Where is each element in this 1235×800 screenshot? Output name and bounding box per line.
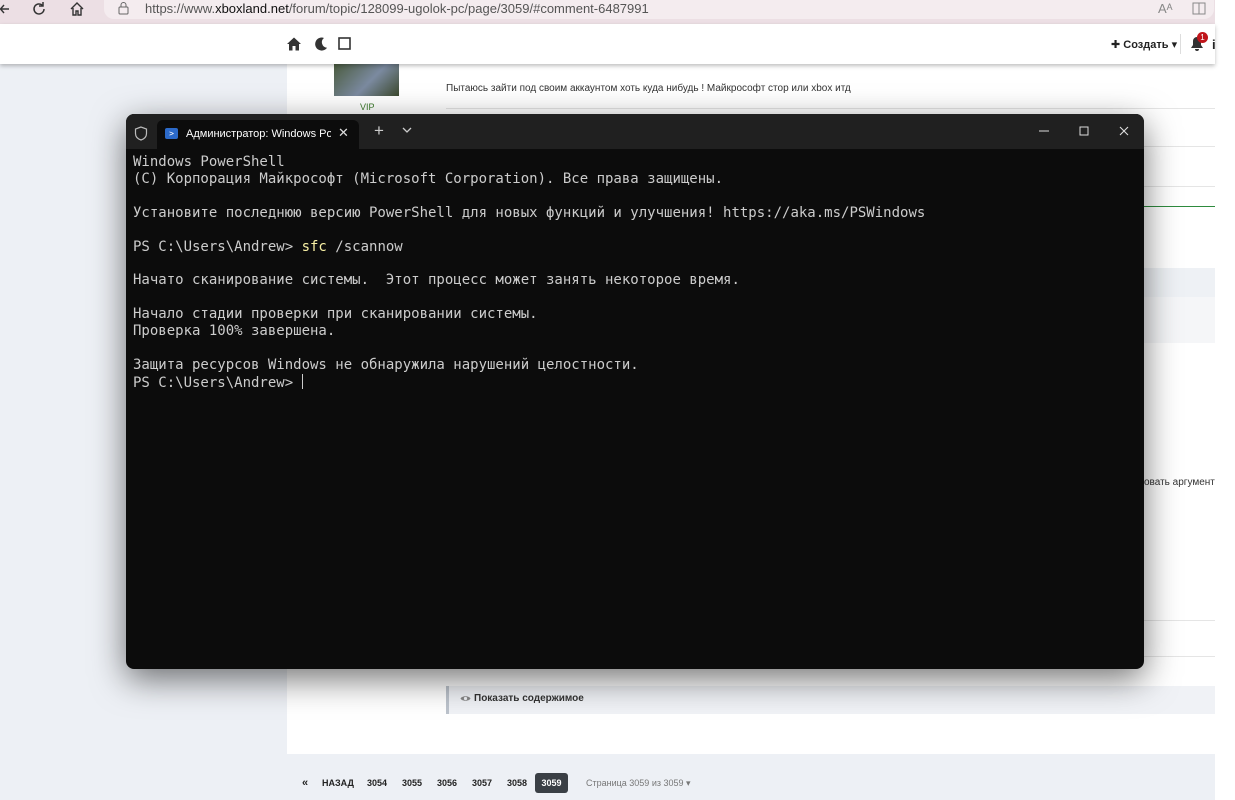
- green-divider: [1144, 206, 1215, 207]
- tab-powershell[interactable]: > Администратор: Windows PowerShell ✕: [157, 120, 359, 149]
- output-line: Проверка 100% завершена.: [133, 323, 336, 340]
- output-line: Защита ресурсов Windows не обнаружила на…: [133, 356, 639, 373]
- output-line: Windows PowerShell: [133, 154, 285, 170]
- quote-block: [1144, 297, 1215, 343]
- read-aloud-icon[interactable]: Aᴬ: [1158, 1, 1173, 16]
- home-icon[interactable]: [69, 1, 85, 17]
- quote-block: [1144, 268, 1215, 297]
- output-line: Начало стадии проверки при сканировании …: [133, 306, 538, 323]
- browser-toolbar: https://www.xboxland.net/forum/topic/128…: [0, 0, 1235, 24]
- command-args: /scannow: [326, 238, 403, 255]
- command-name: sfc: [301, 238, 327, 255]
- prompt: PS C:\Users\Andrew>: [133, 238, 302, 255]
- current-page[interactable]: 3059: [535, 773, 568, 793]
- avatar[interactable]: [334, 64, 399, 96]
- page-link[interactable]: 3054: [362, 773, 392, 793]
- divider: [1144, 186, 1215, 187]
- refresh-icon[interactable]: [31, 1, 47, 17]
- text-cursor: [301, 373, 303, 389]
- prompt: PS C:\Users\Andrew>: [133, 374, 302, 391]
- divider: [1144, 656, 1215, 657]
- page-link[interactable]: 3057: [467, 773, 497, 793]
- divider: [1144, 146, 1215, 147]
- output-line: (C) Корпорация Майкрософт (Microsoft Cor…: [133, 170, 724, 187]
- back-page-button[interactable]: НАЗАД: [320, 773, 356, 793]
- site-header: ✚ Создать ▾ 1 i: [0, 24, 1216, 64]
- header-divider: [1180, 34, 1181, 54]
- close-tab-icon[interactable]: ✕: [338, 125, 349, 141]
- output-line: Установите последнюю версию PowerShell д…: [133, 204, 926, 221]
- lock-icon[interactable]: [118, 2, 129, 15]
- layout-toggle-icon[interactable]: [337, 36, 353, 52]
- post-text: Пытаюсь зайти под своим аккаунтом хоть к…: [446, 83, 851, 94]
- user-menu-edge[interactable]: i: [1212, 37, 1216, 52]
- chevron-down-icon[interactable]: [402, 125, 412, 135]
- powershell-icon: >: [165, 128, 178, 139]
- home-icon[interactable]: [286, 36, 302, 52]
- eye-icon: [460, 696, 471, 701]
- close-button[interactable]: [1114, 121, 1134, 141]
- terminal-window[interactable]: > Администратор: Windows PowerShell ✕ + …: [126, 114, 1144, 669]
- post-text-fragment: овать аргумент: [1144, 477, 1215, 488]
- new-tab-button[interactable]: +: [374, 122, 384, 140]
- tab-title: Администратор: Windows PowerShell: [186, 128, 331, 140]
- first-page-button[interactable]: «: [297, 773, 313, 793]
- page-jump-dropdown[interactable]: Страница 3059 из 3059 ▾: [586, 773, 691, 793]
- terminal-titlebar[interactable]: > Администратор: Windows PowerShell ✕ +: [126, 114, 1144, 149]
- minimize-button[interactable]: [1034, 121, 1054, 141]
- split-screen-icon[interactable]: [1192, 2, 1206, 15]
- shield-icon: [134, 126, 148, 141]
- window-edge: [1215, 0, 1235, 800]
- page-link[interactable]: 3056: [432, 773, 462, 793]
- back-icon[interactable]: [0, 3, 10, 15]
- user-badge: VIP: [360, 102, 375, 112]
- divider: [1144, 620, 1215, 621]
- page-link[interactable]: 3058: [502, 773, 532, 793]
- dark-mode-icon[interactable]: [313, 36, 329, 52]
- maximize-button[interactable]: [1074, 121, 1094, 141]
- create-button[interactable]: ✚ Создать ▾: [1111, 38, 1177, 51]
- terminal-output[interactable]: Windows PowerShell (C) Корпорация Майкро…: [133, 154, 925, 392]
- divider: [446, 108, 1215, 109]
- page-link[interactable]: 3055: [397, 773, 427, 793]
- output-line: Начато сканирование системы. Этот процес…: [133, 272, 740, 289]
- url-text[interactable]: https://www.xboxland.net/forum/topic/128…: [145, 1, 649, 16]
- spoiler-label: Показать содержимое: [474, 693, 584, 704]
- spoiler-toggle[interactable]: Показать содержимое: [446, 686, 1215, 714]
- notification-badge: 1: [1197, 32, 1208, 43]
